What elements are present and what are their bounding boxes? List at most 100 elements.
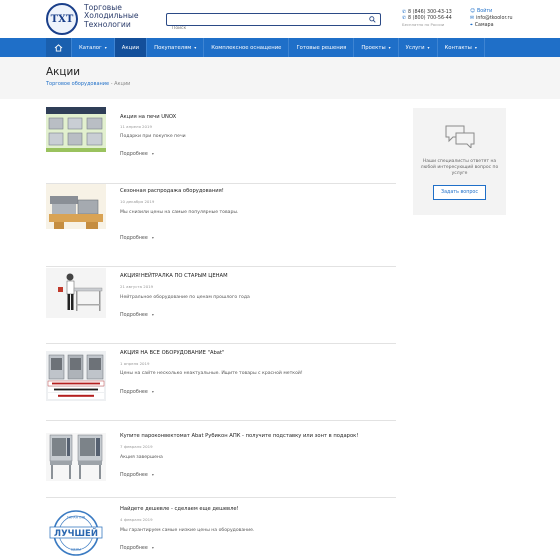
promo-title[interactable]: Акция на печи UNOX	[120, 114, 176, 120]
list-item: Акция на печи UNOX 11 апреля 2019 Подарк…	[46, 107, 396, 184]
list-item: Сезонная распродажа оборудования! 10 дек…	[46, 184, 396, 267]
promo-date: 10 декабря 2019	[120, 199, 155, 204]
nav-label: Проекты	[361, 44, 386, 51]
company-name-line3: Технологии	[84, 19, 131, 29]
nav-projects[interactable]: Проекты ▾	[354, 38, 399, 57]
panel-text: Наши специалисты ответят на любой интере…	[419, 159, 500, 178]
search-box	[166, 13, 381, 34]
promo-title[interactable]: Сезонная распродажа оборудования!	[120, 188, 224, 194]
badge-word: ЛУЧШЕЙ	[54, 527, 98, 539]
city-selector[interactable]: Самара	[475, 23, 494, 28]
company-name[interactable]: Торговые Холодильные Технологии	[84, 3, 139, 29]
email-link[interactable]: info@tkoolor.ru	[476, 16, 513, 21]
chevron-down-icon: ▾	[388, 45, 391, 50]
promo-more-link[interactable]: Подробнее ▾	[120, 389, 154, 395]
promo-description: Акция завершена	[120, 455, 163, 460]
list-item: ГАРАНТИЯ ЛУЧШЕЙ ЦЕНЫ Найдете дешевле - с…	[46, 498, 396, 558]
nav-promos[interactable]: Акции	[114, 38, 148, 57]
phone-2[interactable]: 8 (800) 700-56-44	[408, 16, 452, 21]
chevron-down-icon: ▾	[194, 45, 197, 50]
mail-icon: ✉	[470, 16, 475, 21]
promo-title[interactable]: Купите пароконвектомат Abat Рубикон АПК …	[120, 433, 358, 439]
promo-image-abat[interactable]	[46, 351, 106, 401]
more-label: Подробнее	[120, 473, 148, 478]
home-icon	[54, 43, 63, 52]
promo-more-link[interactable]: Подробнее ▾	[120, 312, 154, 318]
promo-date: 1 апреля 2019	[120, 361, 150, 366]
promo-title[interactable]: АКЦИЯ!НЕЙТРАЛКА ПО СТАРЫМ ЦЕНАМ	[120, 273, 228, 279]
more-label: Подробнее	[120, 313, 148, 318]
chevron-down-icon: ▾	[151, 151, 154, 156]
promo-image-neutral[interactable]	[46, 268, 106, 318]
ask-question-panel: Наши специалисты ответят на любой интере…	[413, 108, 506, 215]
promo-description: Цены на сайте несколько неактуальные. Ищ…	[120, 371, 303, 376]
nav-contacts[interactable]: Контакты ▾	[438, 38, 485, 57]
breadcrumb: Торговое оборудование - Акции	[46, 81, 130, 87]
breadcrumb-home-link[interactable]: Торговое оборудование	[46, 81, 109, 87]
header-contacts: ☺ Войти ✉ info@tkoolor.ru ⌖ Самара	[470, 8, 513, 29]
nav-label: Контакты	[444, 44, 472, 51]
promo-image-best-price[interactable]: ГАРАНТИЯ ЛУЧШЕЙ ЦЕНЫ	[46, 508, 106, 558]
more-label: Подробнее	[120, 152, 148, 157]
promo-more-link[interactable]: Подробнее ▾	[120, 151, 154, 157]
more-label: Подробнее	[120, 390, 148, 395]
user-icon: ☺	[470, 9, 476, 14]
search-input[interactable]	[167, 23, 347, 34]
promo-more-link[interactable]: Подробнее ▾	[120, 235, 154, 241]
page-title: Акции	[46, 66, 80, 78]
nav-label: Услуги	[405, 44, 425, 51]
promo-date: 21 августа 2019	[120, 284, 154, 289]
logo-text: ТХТ	[50, 13, 74, 25]
nav-label: Покупателям	[154, 44, 192, 51]
promo-list: Акция на печи UNOX 11 апреля 2019 Подарк…	[46, 107, 396, 558]
main-nav: Каталог ▾ Акции Покупателям ▾ Комплексное …	[0, 38, 560, 57]
location-icon: ⌖	[470, 23, 473, 28]
chevron-down-icon: ▾	[151, 235, 154, 240]
list-item: Купите пароконвектомат Abat Рубикон АПК …	[46, 421, 396, 498]
nav-label: Каталог	[79, 44, 102, 51]
ask-question-button[interactable]: Задать вопрос	[433, 185, 486, 200]
chevron-down-icon: ▾	[104, 45, 107, 50]
nav-complex-equipment[interactable]: Комплексное оснащение	[204, 38, 290, 57]
more-label: Подробнее	[120, 236, 148, 241]
more-label: Подробнее	[120, 546, 148, 551]
search-icon[interactable]	[369, 16, 376, 23]
login-link[interactable]: Войти	[477, 9, 492, 14]
promo-description: Нейтральное оборудование по ценам прошло…	[120, 295, 250, 300]
promo-image-rubikon[interactable]	[46, 433, 106, 481]
promo-date: 11 апреля 2019	[120, 124, 152, 129]
site-header: ТХТ Торговые Холодильные Технологии ✆8 (…	[0, 0, 560, 38]
promo-image-sale[interactable]	[46, 184, 106, 229]
logo[interactable]: ТХТ	[46, 3, 78, 35]
phones: ✆ 8 (846) 300-43-13 ✆ 8 (800) 700-56-44 Бе…	[402, 10, 452, 28]
chevron-down-icon: ▾	[474, 45, 477, 50]
promo-description: Мы снизили цены на самые популярные това…	[120, 210, 239, 215]
list-item: АКЦИЯ НА ВСЕ ОБОРУДОВАНИЕ "Abat" 1 апрел…	[46, 344, 396, 421]
nav-ready-solutions[interactable]: Готовые решения	[289, 38, 355, 57]
nav-label: Комплексное оснащение	[211, 44, 282, 51]
badge-ring-bottom: ЦЕНЫ	[71, 548, 81, 552]
promo-date: 4 февраля 2019	[120, 517, 153, 522]
chevron-down-icon: ▾	[427, 45, 430, 50]
promo-more-link[interactable]: Подробнее ▾	[120, 472, 154, 478]
chevron-down-icon: ▾	[151, 545, 154, 550]
promo-title[interactable]: АКЦИЯ НА ВСЕ ОБОРУДОВАНИЕ "Abat"	[120, 350, 224, 356]
promo-more-link[interactable]: Подробнее ▾	[120, 545, 154, 551]
badge-ring-top: ГАРАНТИЯ	[67, 516, 86, 520]
chevron-down-icon: ▾	[151, 312, 154, 317]
nav-catalog[interactable]: Каталог ▾	[72, 38, 115, 57]
nav-customers[interactable]: Покупателям ▾	[147, 38, 205, 57]
page-title-bar: Акции	[0, 57, 560, 99]
promo-image-unox[interactable]	[46, 107, 106, 152]
phone-1[interactable]: 8 (846) 300-43-13	[408, 10, 452, 15]
promo-date: 7 февраля 2019	[120, 444, 153, 449]
chevron-down-icon: ▾	[151, 472, 154, 477]
nav-home[interactable]	[46, 38, 72, 57]
promo-description: Подарки при покупке печи	[120, 134, 186, 139]
promo-title[interactable]: Найдете дешевле - сделаем еще дешевле!	[120, 506, 239, 512]
nav-services[interactable]: Услуги ▾	[399, 38, 438, 57]
panel-text-line3: услуге	[451, 171, 468, 177]
nav-label: Готовые решения	[296, 44, 347, 51]
chat-icon	[445, 125, 475, 148]
phone-icon: ✆	[402, 10, 407, 15]
